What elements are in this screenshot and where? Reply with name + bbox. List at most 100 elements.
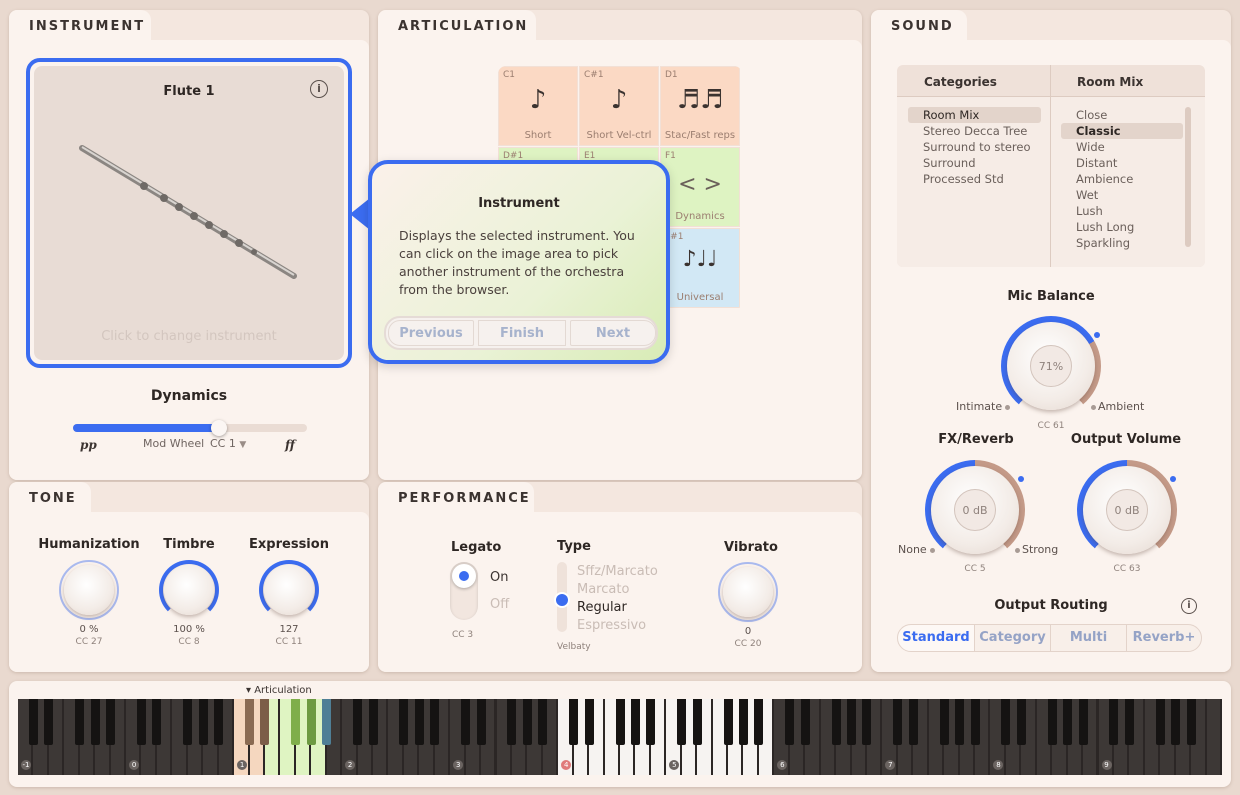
black-key[interactable] xyxy=(646,699,656,745)
dynamics-cc-select[interactable]: CC 1 ▼ xyxy=(210,437,246,450)
black-key[interactable] xyxy=(738,699,748,745)
black-key[interactable] xyxy=(1186,699,1196,745)
roommix-item[interactable]: Close xyxy=(1076,108,1107,122)
black-key[interactable] xyxy=(1047,699,1057,745)
black-key[interactable] xyxy=(1078,699,1088,745)
black-key[interactable] xyxy=(476,699,486,745)
category-item[interactable]: Room Mix xyxy=(923,108,979,122)
black-key[interactable] xyxy=(152,699,162,745)
black-key[interactable] xyxy=(28,699,38,745)
black-key[interactable] xyxy=(1016,699,1026,745)
black-key[interactable] xyxy=(260,699,270,745)
type-option[interactable]: Espressivo xyxy=(577,618,646,633)
black-key[interactable] xyxy=(1109,699,1119,745)
black-key[interactable] xyxy=(538,699,548,745)
black-key[interactable] xyxy=(1001,699,1011,745)
black-key[interactable] xyxy=(399,699,409,745)
black-key[interactable] xyxy=(754,699,764,745)
routing-category-button[interactable]: Category xyxy=(974,624,1051,652)
category-item[interactable]: Surround xyxy=(923,156,976,170)
black-key[interactable] xyxy=(183,699,193,745)
black-key[interactable] xyxy=(353,699,363,745)
articulation-cell[interactable]: F#1 ♪♩♩ Universal xyxy=(660,228,740,308)
roommix-item[interactable]: Wet xyxy=(1076,188,1098,202)
black-key[interactable] xyxy=(893,699,903,745)
universal-notes-icon: ♪♩♩ xyxy=(682,247,718,272)
type-slider-thumb[interactable] xyxy=(556,594,568,606)
mic-left-label: Intimate xyxy=(956,400,1003,413)
dynamics-thumb[interactable] xyxy=(211,420,227,436)
black-key[interactable] xyxy=(1171,699,1181,745)
black-key[interactable] xyxy=(214,699,224,745)
articulation-cell[interactable]: C1 ♪ Short xyxy=(498,66,578,146)
black-key[interactable] xyxy=(306,699,316,745)
black-key[interactable] xyxy=(800,699,810,745)
dynamics-slider[interactable] xyxy=(73,420,307,436)
black-key[interactable] xyxy=(1063,699,1073,745)
black-key[interactable] xyxy=(908,699,918,745)
type-option-selected[interactable]: Regular xyxy=(577,600,627,615)
mic-indicator-dot xyxy=(1094,332,1100,338)
black-key[interactable] xyxy=(955,699,965,745)
black-key[interactable] xyxy=(785,699,795,745)
articulation-cell[interactable]: C#1 ♪ Short Vel-ctrl xyxy=(579,66,659,146)
routing-reverb-plus-button[interactable]: Reverb+ xyxy=(1126,624,1202,652)
black-key[interactable] xyxy=(245,699,255,745)
next-button[interactable]: Next xyxy=(570,320,656,346)
black-key[interactable] xyxy=(414,699,424,745)
black-key[interactable] xyxy=(368,699,378,745)
black-key[interactable] xyxy=(322,699,332,745)
instrument-image-area[interactable]: Flute 1 i Click to change instrument xyxy=(26,58,352,368)
piano-keyboard[interactable]: -1 0 1 2 3 4 5 6 7 8 9 xyxy=(18,699,1222,775)
black-key[interactable] xyxy=(106,699,116,745)
black-key[interactable] xyxy=(584,699,594,745)
roommix-item[interactable]: Classic xyxy=(1076,124,1121,138)
articulation-cell[interactable]: F1 < > Dynamics xyxy=(660,147,740,227)
type-option[interactable]: Marcato xyxy=(577,582,629,597)
black-key[interactable] xyxy=(615,699,625,745)
finish-button[interactable]: Finish xyxy=(478,320,566,346)
roommix-item[interactable]: Distant xyxy=(1076,156,1117,170)
info-icon[interactable]: i xyxy=(1181,598,1197,614)
black-key[interactable] xyxy=(723,699,733,745)
type-option[interactable]: Sffz/Marcato xyxy=(577,564,658,579)
black-key[interactable] xyxy=(831,699,841,745)
black-key[interactable] xyxy=(44,699,54,745)
roommix-item[interactable]: Wide xyxy=(1076,140,1105,154)
black-key[interactable] xyxy=(677,699,687,745)
roommix-scrollbar[interactable] xyxy=(1185,107,1191,247)
black-key[interactable] xyxy=(692,699,702,745)
black-key[interactable] xyxy=(970,699,980,745)
black-key[interactable] xyxy=(1124,699,1134,745)
routing-standard-button[interactable]: Standard xyxy=(897,624,975,652)
category-item[interactable]: Surround to stereo xyxy=(923,140,1031,154)
black-key[interactable] xyxy=(847,699,857,745)
black-key[interactable] xyxy=(461,699,471,745)
type-slider[interactable] xyxy=(556,562,568,632)
black-key[interactable] xyxy=(430,699,440,745)
black-key[interactable] xyxy=(1155,699,1165,745)
legato-toggle[interactable] xyxy=(450,562,478,620)
roommix-item[interactable]: Lush xyxy=(1076,204,1103,218)
roommix-item[interactable]: Sparkling xyxy=(1076,236,1130,250)
black-key[interactable] xyxy=(90,699,100,745)
roommix-item[interactable]: Lush Long xyxy=(1076,220,1134,234)
black-key[interactable] xyxy=(522,699,532,745)
black-key[interactable] xyxy=(939,699,949,745)
roommix-item[interactable]: Ambience xyxy=(1076,172,1133,186)
category-item[interactable]: Processed Std xyxy=(923,172,1004,186)
routing-multi-button[interactable]: Multi xyxy=(1050,624,1127,652)
previous-button[interactable]: Previous xyxy=(388,320,474,346)
black-key[interactable] xyxy=(507,699,517,745)
black-key[interactable] xyxy=(136,699,146,745)
white-key[interactable] xyxy=(1206,699,1221,775)
black-key[interactable] xyxy=(630,699,640,745)
black-key[interactable] xyxy=(75,699,85,745)
black-key[interactable] xyxy=(569,699,579,745)
articulation-cell[interactable]: D1 ♬♬ Stac/Fast reps xyxy=(660,66,740,146)
black-key[interactable] xyxy=(198,699,208,745)
info-icon[interactable]: i xyxy=(310,80,328,98)
black-key[interactable] xyxy=(862,699,872,745)
category-item[interactable]: Stereo Decca Tree xyxy=(923,124,1027,138)
black-key[interactable] xyxy=(291,699,301,745)
